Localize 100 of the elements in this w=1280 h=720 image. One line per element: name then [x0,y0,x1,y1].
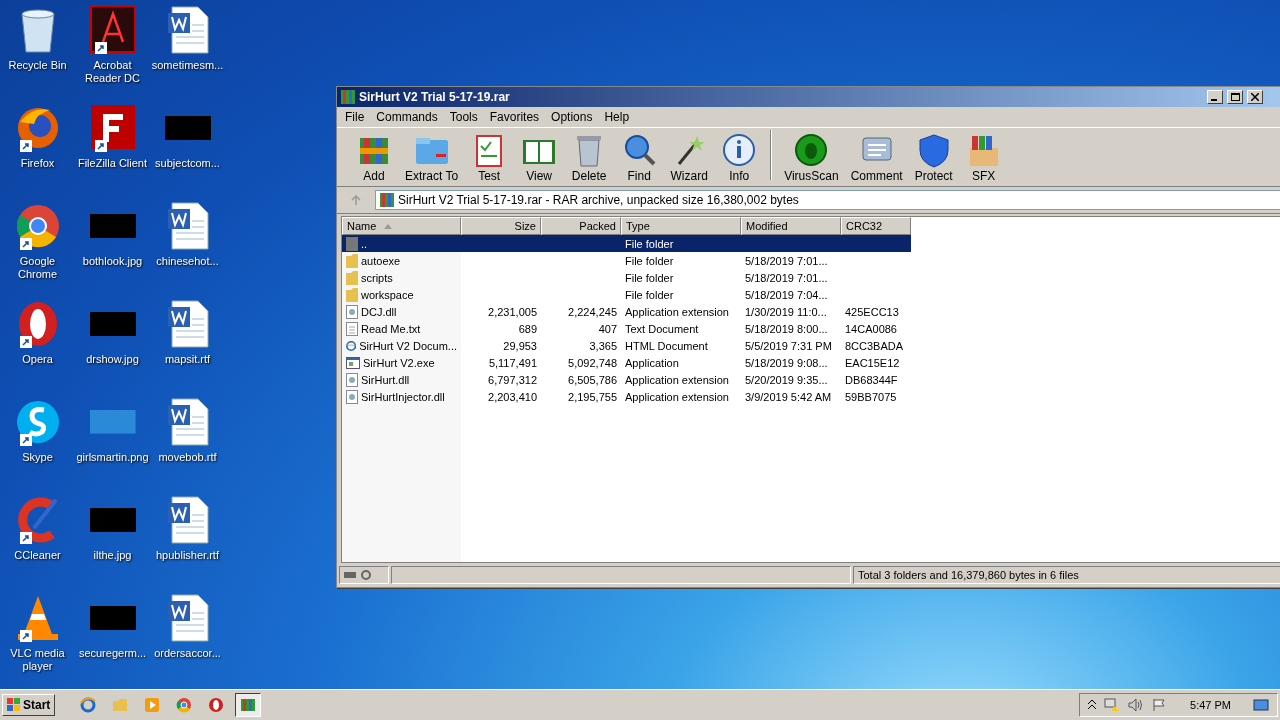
path-field[interactable]: SirHurt V2 Trial 5-17-19.rar - RAR archive, unpacked size 16,380,002 bytes [375,190,1280,210]
desktop-icon-label[interactable]: Recycle Bin [0,59,75,72]
toolbar-button[interactable]: Add [349,130,399,185]
text-file-icon [346,321,358,336]
toolbar-button[interactable]: Find [614,130,665,185]
start-button[interactable]: Start [2,694,56,716]
table-cell-text: 5/5/2019 7:31 PM [744,338,833,354]
word-document-icon [165,201,210,251]
minimize-button[interactable] [1207,90,1223,104]
show-desktop-icon[interactable] [1253,698,1269,712]
column-header[interactable]: Modified [741,217,841,235]
shortcut-arrow-icon [19,630,32,642]
desktop-icon-label[interactable]: CCleaner [0,549,75,562]
close-button[interactable] [1247,90,1263,104]
word-document-icon [165,397,210,447]
file-row[interactable]: autoexe File folder 5/18/2019 7:01... [342,252,911,269]
table-cell-text: 5,092,748 [567,355,618,371]
desktop-icon-label[interactable]: mapsit.rtf [150,353,225,366]
shortcut-arrow-icon [19,140,32,152]
toolbar-button[interactable]: SFX [958,130,1009,185]
table-cell-text: File folder [624,270,675,286]
table-cell-text: 14CA0086 [844,321,898,337]
column-header[interactable]: CRC32 [841,217,911,235]
toolbar-button[interactable]: Wizard [664,130,715,185]
file-row[interactable]: SirHurtInjector.dll 2,203,410 2,195,755 Application extension 3/9/2019 5:42 AM 59BB7075 [342,388,911,405]
toolbar-button[interactable]: View [514,130,565,185]
file-row[interactable]: .. File folder [342,235,911,252]
desktop-icon-label[interactable]: subjectcom... [150,157,225,170]
menu-item[interactable]: Favorites [483,110,546,124]
column-header[interactable]: Packed [541,217,621,235]
file-name: SirHurt V2.exe [363,356,435,369]
file-row[interactable]: SirHurt V2.exe 5,117,491 5,092,748 Application 5/18/2019 9:08... EAC15E12 [342,354,911,371]
desktop-icon-label[interactable]: Firefox [0,157,75,170]
column-header[interactable]: Name [342,217,461,235]
menu-item[interactable]: Help [598,110,636,124]
menu-item[interactable]: File [339,110,371,124]
windows-logo-icon [7,698,21,712]
toolbar-button[interactable]: Test [464,130,515,185]
desktop-icon-label[interactable]: securegerm... [75,647,150,660]
desktop-icon-label[interactable]: ilthe.jpg [75,549,150,562]
taskbar-app-button[interactable] [235,693,262,717]
chrome-icon [176,697,193,713]
word-document-icon [165,299,210,349]
toolbar-button[interactable]: Delete [564,130,615,185]
menu-item[interactable]: Commands [370,110,444,124]
path-text: SirHurt V2 Trial 5-17-19.rar - RAR archive, unpacked size 16,380,002 bytes [398,193,799,207]
desktop-icon-label[interactable]: drshow.jpg [75,353,150,366]
file-row[interactable]: DCJ.dll 2,231,005 2,224,245 Application extension 1/30/2019 11:0... 425ECC13 [342,303,911,320]
books-icon [240,697,257,713]
desktop-icon-label[interactable]: Acrobat Reader DC [75,59,150,85]
redacted-thumbnail [89,508,136,532]
clock[interactable]: 5:47 PM [1190,699,1231,711]
info-icon [721,132,758,168]
column-header[interactable]: Size [461,217,541,235]
toolbar-button[interactable]: Protect [908,130,959,185]
desktop-icon-label[interactable]: chinesehot... [150,255,225,268]
toolbar-button[interactable]: Extract To [399,130,465,185]
desktop-icon-label[interactable]: Opera [0,353,75,366]
table-cell-text: Application extension [624,372,730,388]
shortcut-arrow-icon [19,336,32,348]
chevron-up-icon[interactable] [1088,700,1097,710]
books-icon [341,90,355,104]
file-name: DCJ.dll [361,305,397,318]
file-row[interactable]: Read Me.txt 689 407 Text Document 5/18/2019 8:00... 14CA0086 [342,320,911,337]
desktop-icon-label[interactable]: FileZilla Client [75,157,150,170]
table-cell-text: 3,365 [588,338,618,354]
toolbar-button[interactable]: Comment [844,130,909,185]
file-name: scripts [361,271,393,284]
maximize-button[interactable] [1227,90,1243,104]
folder-up-icon [346,236,358,251]
file-row[interactable]: scripts File folder 5/18/2019 7:01... [342,269,911,286]
desktop-icon-label[interactable]: VLC media player [0,647,75,673]
column-header[interactable]: Type [621,217,741,235]
table-cell-text: HTML Document [624,338,709,354]
blank-thumbnail [89,410,136,434]
speaker-icon[interactable] [1128,698,1145,712]
file-row[interactable]: SirHurt.dll 6,797,312 6,505,786 Application extension 5/20/2019 9:35... DB68344F [342,371,911,388]
table-cell-text: File folder [624,236,675,252]
desktop-icon-label[interactable]: ordersaccor... [150,647,225,660]
desktop-icon-label[interactable]: sometimesm... [150,59,225,72]
desktop-icon-label[interactable]: girlsmartin.png [75,451,150,464]
toolbar-button[interactable]: Info [714,130,765,185]
media-player-icon [144,697,161,713]
redacted-thumbnail [89,312,136,336]
menu-item[interactable]: Tools [443,110,484,124]
toolbar-button[interactable]: VirusScan [778,130,845,185]
desktop-icon-label[interactable]: movebob.rtf [150,451,225,464]
settings-file-icon [346,389,358,404]
file-row[interactable]: workspace File folder 5/18/2019 7:04... [342,286,911,303]
shortcut-arrow-icon [19,238,32,250]
flag-icon[interactable] [1152,698,1167,712]
desktop-icon-label[interactable]: Skype [0,451,75,464]
file-row[interactable]: SirHurt V2 Docum... 29,953 3,365 HTML Document 5/5/2019 7:31 PM 8CC3BADA [342,337,911,354]
sort-up-icon [384,223,393,229]
desktop-icon-label[interactable]: hpublisher.rtf [150,549,225,562]
file-name: SirHurtInjector.dll [361,390,445,403]
file-name: SirHurt.dll [361,373,410,386]
menu-item[interactable]: Options [545,110,599,124]
desktop-icon-label[interactable]: Google Chrome [0,255,75,281]
desktop-icon-label[interactable]: bothlook.jpg [75,255,150,268]
